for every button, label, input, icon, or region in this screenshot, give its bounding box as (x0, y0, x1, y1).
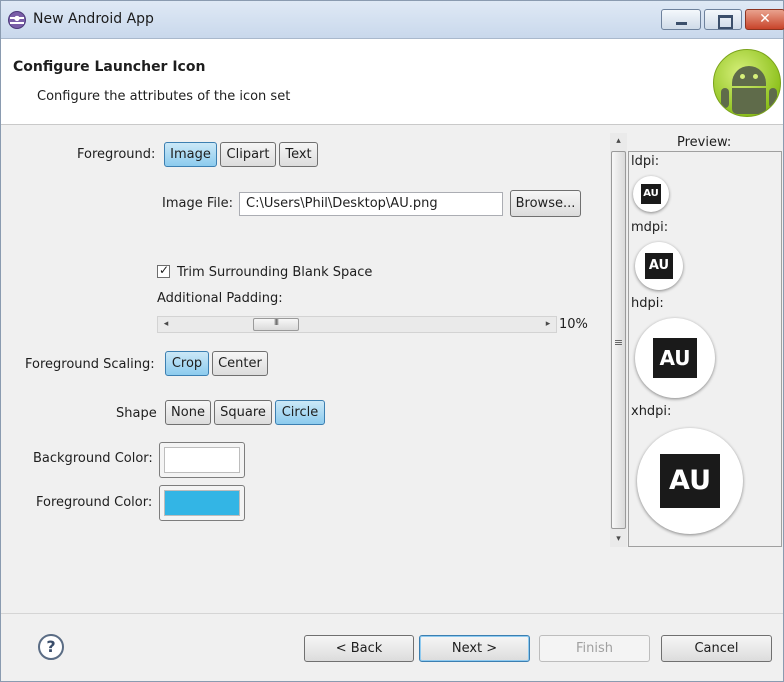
title-bar: New Android App ✕ (1, 1, 784, 39)
page-title: Configure Launcher Icon (13, 59, 206, 75)
window-title: New Android App (33, 11, 154, 27)
background-color-swatch (164, 447, 240, 473)
android-logo-body (732, 88, 766, 114)
padding-slider[interactable]: ◂ ▸ (157, 316, 557, 333)
shape-circle-toggle[interactable]: Circle (275, 400, 325, 425)
shape-none-toggle[interactable]: None (165, 400, 211, 425)
android-logo-arm (721, 88, 729, 108)
shape-label: Shape (116, 406, 157, 421)
scaling-crop-toggle[interactable]: Crop (165, 351, 209, 376)
au-logo: AU (660, 454, 720, 508)
trim-label: Trim Surrounding Blank Space (177, 265, 373, 280)
browse-button[interactable]: Browse... (510, 190, 581, 217)
android-logo-head (732, 66, 766, 86)
padding-value: 10% (559, 317, 588, 332)
foreground-text-toggle[interactable]: Text (279, 142, 318, 167)
preview-xhdpi-label: xhdpi: (631, 404, 672, 419)
foreground-color-button[interactable] (159, 485, 245, 521)
preview-mdpi-label: mdpi: (631, 220, 669, 235)
minimize-button[interactable] (661, 9, 701, 30)
scaling-center-toggle[interactable]: Center (212, 351, 268, 376)
preview-title: Preview: (677, 135, 732, 150)
app-icon (8, 11, 26, 29)
image-file-label: Image File: (162, 196, 233, 211)
preview-mdpi-icon: AU (635, 242, 683, 290)
scroll-up-icon[interactable]: ▴ (610, 133, 627, 149)
android-logo (713, 49, 781, 117)
au-logo: AU (653, 338, 697, 378)
foreground-color-label: Foreground Color: (36, 495, 153, 510)
preview-xhdpi-icon: AU (637, 428, 743, 534)
wizard-header: Configure Launcher Icon Configure the at… (1, 39, 783, 125)
scroll-down-icon[interactable]: ▾ (610, 531, 627, 547)
page-subtitle: Configure the attributes of the icon set (37, 89, 291, 104)
options-scrollbar-thumb[interactable] (611, 151, 626, 529)
foreground-clipart-toggle[interactable]: Clipart (220, 142, 276, 167)
dialog-window: New Android App ✕ Configure Launcher Ico… (0, 0, 784, 682)
au-logo: AU (641, 184, 661, 204)
padding-slider-thumb[interactable] (253, 318, 299, 331)
foreground-label: Foreground: (77, 147, 156, 162)
scroll-left-icon[interactable]: ◂ (158, 317, 174, 332)
back-button[interactable]: < Back (304, 635, 414, 662)
preview-ldpi-icon: AU (633, 176, 669, 212)
foreground-color-swatch (164, 490, 240, 516)
maximize-button[interactable] (704, 9, 742, 30)
background-color-button[interactable] (159, 442, 245, 478)
preview-pane: ldpi: AU mdpi: AU hdpi: AU xhdpi: AU (628, 151, 782, 547)
image-file-input[interactable]: C:\Users\Phil\Desktop\AU.png (239, 192, 503, 216)
options-scrollbar[interactable]: ▴ ▾ (610, 133, 627, 547)
padding-label: Additional Padding: (157, 291, 283, 306)
finish-button[interactable]: Finish (539, 635, 650, 662)
close-icon: ✕ (759, 11, 771, 27)
scroll-right-icon[interactable]: ▸ (540, 317, 556, 332)
scaling-label: Foreground Scaling: (25, 357, 155, 372)
trim-checkbox[interactable] (157, 263, 170, 278)
footer-separator (1, 613, 783, 614)
preview-hdpi-icon: AU (635, 318, 715, 398)
preview-hdpi-label: hdpi: (631, 296, 664, 311)
close-button[interactable]: ✕ (745, 9, 784, 30)
preview-ldpi-label: ldpi: (631, 154, 660, 169)
next-button[interactable]: Next > (419, 635, 530, 662)
help-icon[interactable]: ? (38, 634, 64, 660)
foreground-image-toggle[interactable]: Image (164, 142, 217, 167)
shape-square-toggle[interactable]: Square (214, 400, 272, 425)
cancel-button[interactable]: Cancel (661, 635, 772, 662)
au-logo: AU (645, 253, 673, 279)
background-color-label: Background Color: (33, 451, 153, 466)
android-logo-arm (769, 88, 777, 108)
